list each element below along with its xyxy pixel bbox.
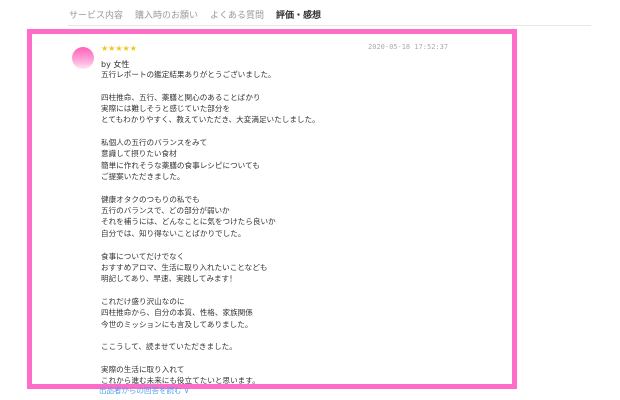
- review-line: 自分では、知り得ないことばかりでした。: [101, 228, 246, 238]
- review-timestamp: 2020-05-18 17:52:37: [368, 43, 449, 51]
- tab-reviews[interactable]: 評価・感想: [275, 8, 322, 21]
- review-line: おすすめアロマ、生活に取り入れたいことなども: [101, 262, 268, 272]
- review-line: 今世のミッションにも言及してありました。: [101, 319, 253, 329]
- review-line: 五行レポートの鑑定結果ありがとうございました。: [101, 70, 276, 79]
- tab-faq[interactable]: よくある質問: [209, 8, 265, 21]
- tab-divider: [68, 25, 591, 26]
- review-line: 明記してあり、早速、実践してみます！: [101, 274, 237, 284]
- review-line: 意識して摂りたい食材: [101, 149, 177, 159]
- review-line: 実際には難しそうと感じていた部分を: [101, 104, 231, 114]
- review-line: 四柱推命から、自分の本質、性格、家族関係: [101, 308, 253, 318]
- review-line: [101, 330, 501, 341]
- review-line: [101, 182, 501, 193]
- review-line: 私個人の五行のバランスをみて: [101, 138, 208, 148]
- seller-reply-link[interactable]: 出品者からの回答を読む ∨: [99, 385, 189, 396]
- review-line: [101, 285, 501, 296]
- review-line: とてもわかりやすく、教えていただき、大変満足いたしました。: [101, 115, 320, 125]
- review-card: ★★★★★ 2020-05-18 17:52:37 by 女性 五行レポートの鑑…: [27, 29, 517, 389]
- review-line: [101, 80, 501, 91]
- review-line: 健康オタクのつもりの私でも: [101, 194, 200, 204]
- tab-service-details[interactable]: サービス内容: [68, 8, 124, 21]
- review-line: ここうして、読ませていただきました。: [101, 342, 237, 352]
- review-line: [101, 353, 501, 364]
- review-line: 五行のバランスで、どの部分が弱いか: [101, 206, 230, 216]
- avatar: [72, 47, 94, 69]
- review-line: [101, 239, 501, 250]
- review-line: それを補うには、どんなことに気をつけたら良いか: [101, 217, 276, 227]
- review-line: 食事についてだけでなく: [101, 251, 185, 261]
- review-body: 五行レポートの鑑定結果ありがとうございました。 四柱推命、五行、薬膳と関心のあるこ…: [101, 69, 501, 387]
- star-rating: ★★★★★: [101, 44, 137, 53]
- review-line: 四柱推命、五行、薬膳と関心のあることばかり: [101, 92, 261, 102]
- review-line: 簡単に作れそうな薬膳の食事レシピについても: [101, 160, 260, 170]
- review-line: 実際の生活に取り入れて: [101, 364, 185, 374]
- tab-purchase-requests[interactable]: 購入時のお願い: [134, 8, 199, 21]
- review-line: これだけ盛り沢山なのに: [101, 296, 185, 306]
- tab-bar: サービス内容 購入時のお願い よくある質問 評価・感想: [68, 8, 322, 21]
- review-line: [101, 126, 501, 137]
- review-line: ご提案いただきました。: [101, 172, 185, 182]
